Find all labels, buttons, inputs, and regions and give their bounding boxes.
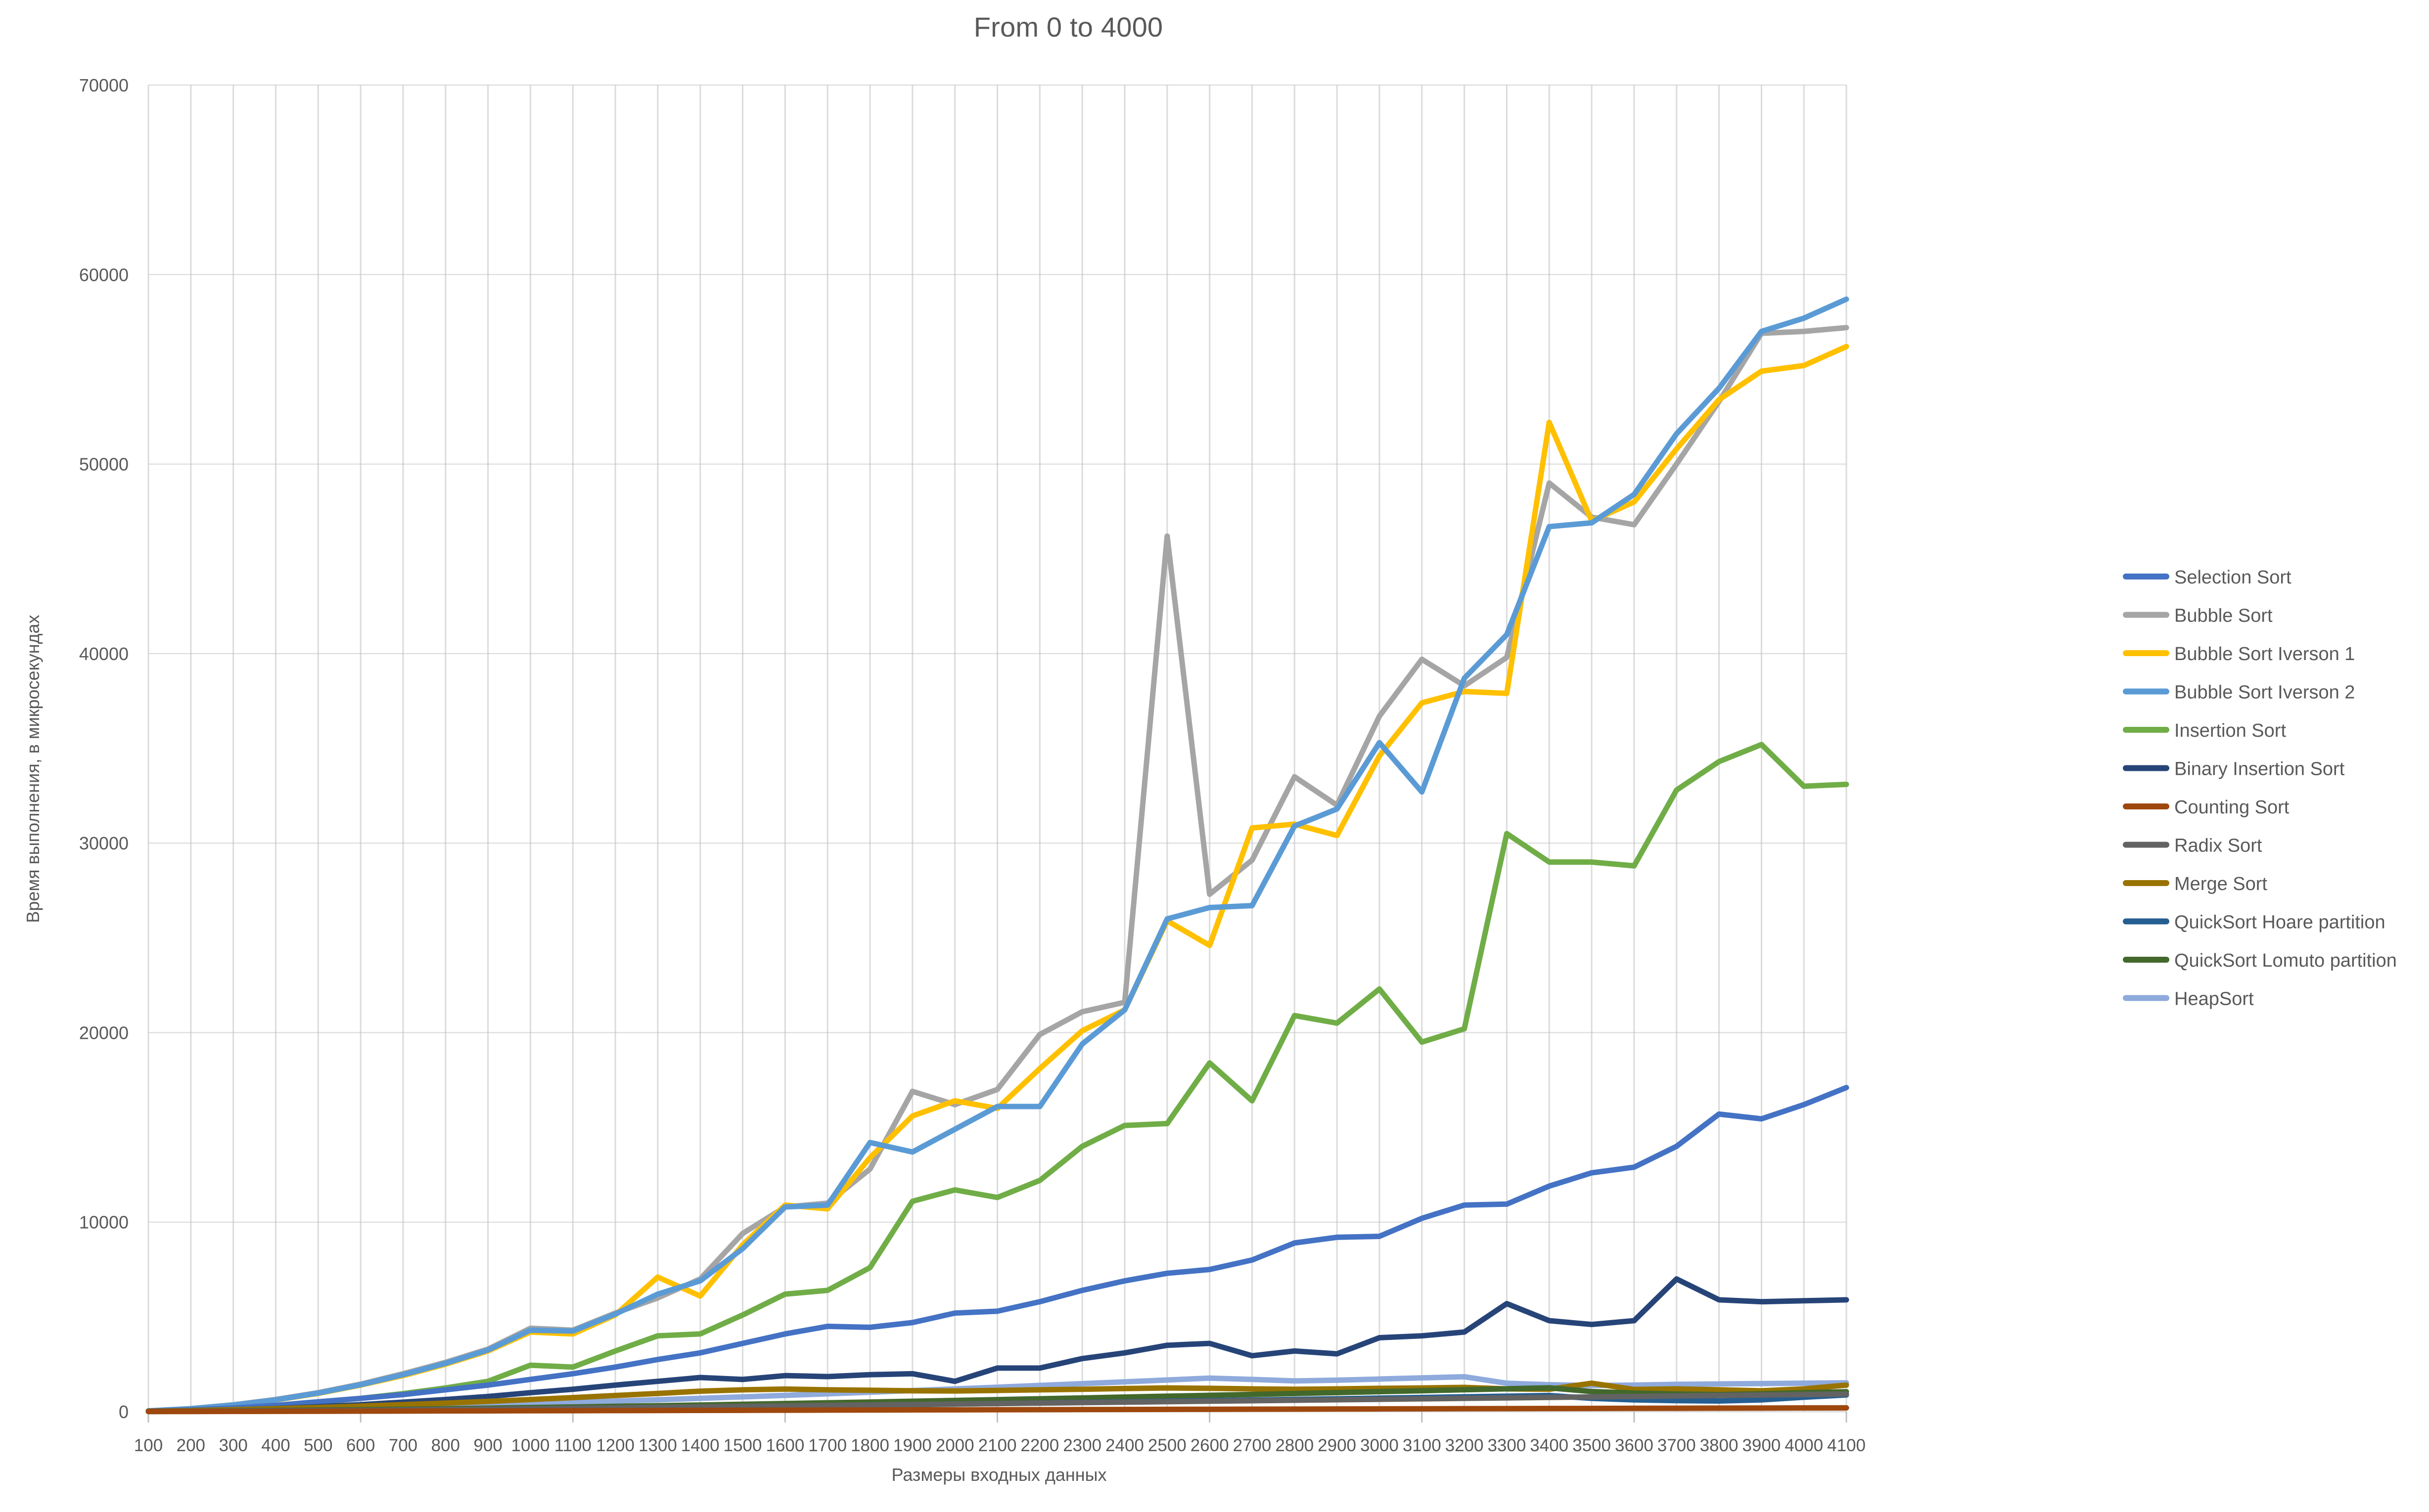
x-axis-tick-label: 3200	[1445, 1436, 1484, 1455]
x-axis-tick-label: 2900	[1318, 1436, 1356, 1455]
x-axis-tick-label: 1800	[851, 1436, 889, 1455]
x-axis-tick-label: 100	[134, 1436, 163, 1455]
x-axis-tick-label: 2500	[1148, 1436, 1187, 1455]
legend-label[interactable]: Bubble Sort	[2174, 606, 2273, 626]
x-axis-tick-label: 2100	[978, 1436, 1017, 1455]
y-axis-tick-label: 30000	[79, 833, 129, 853]
x-axis-tick-label: 1300	[639, 1436, 677, 1455]
y-axis-tick-label: 0	[119, 1402, 129, 1422]
x-axis-tick-label: 4000	[1785, 1436, 1823, 1455]
x-axis-tick-label: 2600	[1191, 1436, 1229, 1455]
y-axis-tick-label: 40000	[79, 644, 129, 664]
x-axis-tick-label: 400	[261, 1436, 290, 1455]
legend-label[interactable]: Selection Sort	[2174, 567, 2292, 588]
x-axis-tick-label: 1600	[766, 1436, 804, 1455]
legend-label[interactable]: Bubble Sort Iverson 2	[2174, 682, 2355, 703]
x-axis-tick-label: 1700	[808, 1436, 847, 1455]
x-axis-tick-label: 1500	[724, 1436, 762, 1455]
x-axis-tick-label: 900	[473, 1436, 502, 1455]
x-axis-tick-label: 2000	[936, 1436, 974, 1455]
vertical-gridlines	[147, 85, 1847, 1412]
x-axis-tick-label: 3600	[1615, 1436, 1653, 1455]
legend-label[interactable]: QuickSort Hoare partition	[2174, 912, 2385, 933]
legend-label[interactable]: HeapSort	[2174, 989, 2254, 1010]
x-axis-tick-label: 1000	[511, 1436, 550, 1455]
legend-label[interactable]: QuickSort Lomuto partition	[2174, 950, 2397, 971]
y-axis-tick-label: 10000	[79, 1212, 129, 1233]
x-axis-tick-label: 4100	[1827, 1436, 1866, 1455]
legend-label[interactable]: Binary Insertion Sort	[2174, 759, 2345, 780]
legend-label[interactable]: Merge Sort	[2174, 874, 2267, 894]
x-axis-tick-label: 1900	[893, 1436, 932, 1455]
x-axis-tick-label: 2800	[1275, 1436, 1314, 1455]
y-axis-tick-label: 60000	[79, 265, 129, 285]
x-axis-tick-labels: 100 200 300 400 500 600 700 800 900 1000 1100 1200 1…	[134, 1436, 1866, 1455]
x-axis-tick-label: 1200	[596, 1436, 635, 1455]
y-axis-tick-label: 50000	[79, 454, 129, 475]
x-axis-tick-label: 3100	[1403, 1436, 1441, 1455]
chart-legend: Selection Sort Bubble Sort Bubble Sort Ive…	[2123, 567, 2397, 1010]
x-axis-tick-label: 2200	[1020, 1436, 1059, 1455]
x-axis-tick-label: 1100	[554, 1436, 592, 1455]
x-axis-tick-label: 3500	[1572, 1436, 1611, 1455]
chart-container: From 0 to 4000 Время выполнения, в микро…	[0, 0, 2429, 1512]
x-axis-tick-label: 3300	[1487, 1436, 1526, 1455]
x-axis-tick-label: 2300	[1063, 1436, 1101, 1455]
x-axis-tick-label: 3000	[1360, 1436, 1399, 1455]
series-line-counting-sort	[145, 1405, 1849, 1415]
x-axis-tick-label: 2700	[1233, 1436, 1272, 1455]
x-axis-tick-label: 300	[219, 1436, 247, 1455]
x-axis-tick-label: 3700	[1657, 1436, 1696, 1455]
x-axis-tick-label: 800	[431, 1436, 460, 1455]
x-axis-tick-label: 2400	[1105, 1436, 1144, 1455]
x-axis-tick-label: 3800	[1700, 1436, 1739, 1455]
y-axis-tick-label: 70000	[79, 75, 129, 95]
x-axis-tick-label: 3900	[1742, 1436, 1781, 1455]
x-axis-tick-label: 500	[304, 1436, 332, 1455]
legend-label[interactable]: Bubble Sort Iverson 1	[2174, 644, 2355, 665]
plot-svg: 0 10000 20000 30000 40000 50000 60000 70000 100…	[79, 75, 2397, 1455]
x-axis-tick-label: 200	[177, 1436, 205, 1455]
legend-label[interactable]: Insertion Sort	[2174, 720, 2286, 741]
y-axis-tick-label: 20000	[79, 1023, 129, 1043]
legend-label[interactable]: Counting Sort	[2174, 797, 2290, 818]
x-axis-tick-label: 1400	[681, 1436, 720, 1455]
x-axis-tick-label: 3400	[1530, 1436, 1568, 1455]
x-axis-tick-label: 600	[346, 1436, 375, 1455]
legend-label[interactable]: Radix Sort	[2174, 836, 2262, 856]
y-axis-tick-labels: 0 10000 20000 30000 40000 50000 60000 70000	[79, 75, 129, 1422]
x-axis-tick-label: 700	[389, 1436, 417, 1455]
